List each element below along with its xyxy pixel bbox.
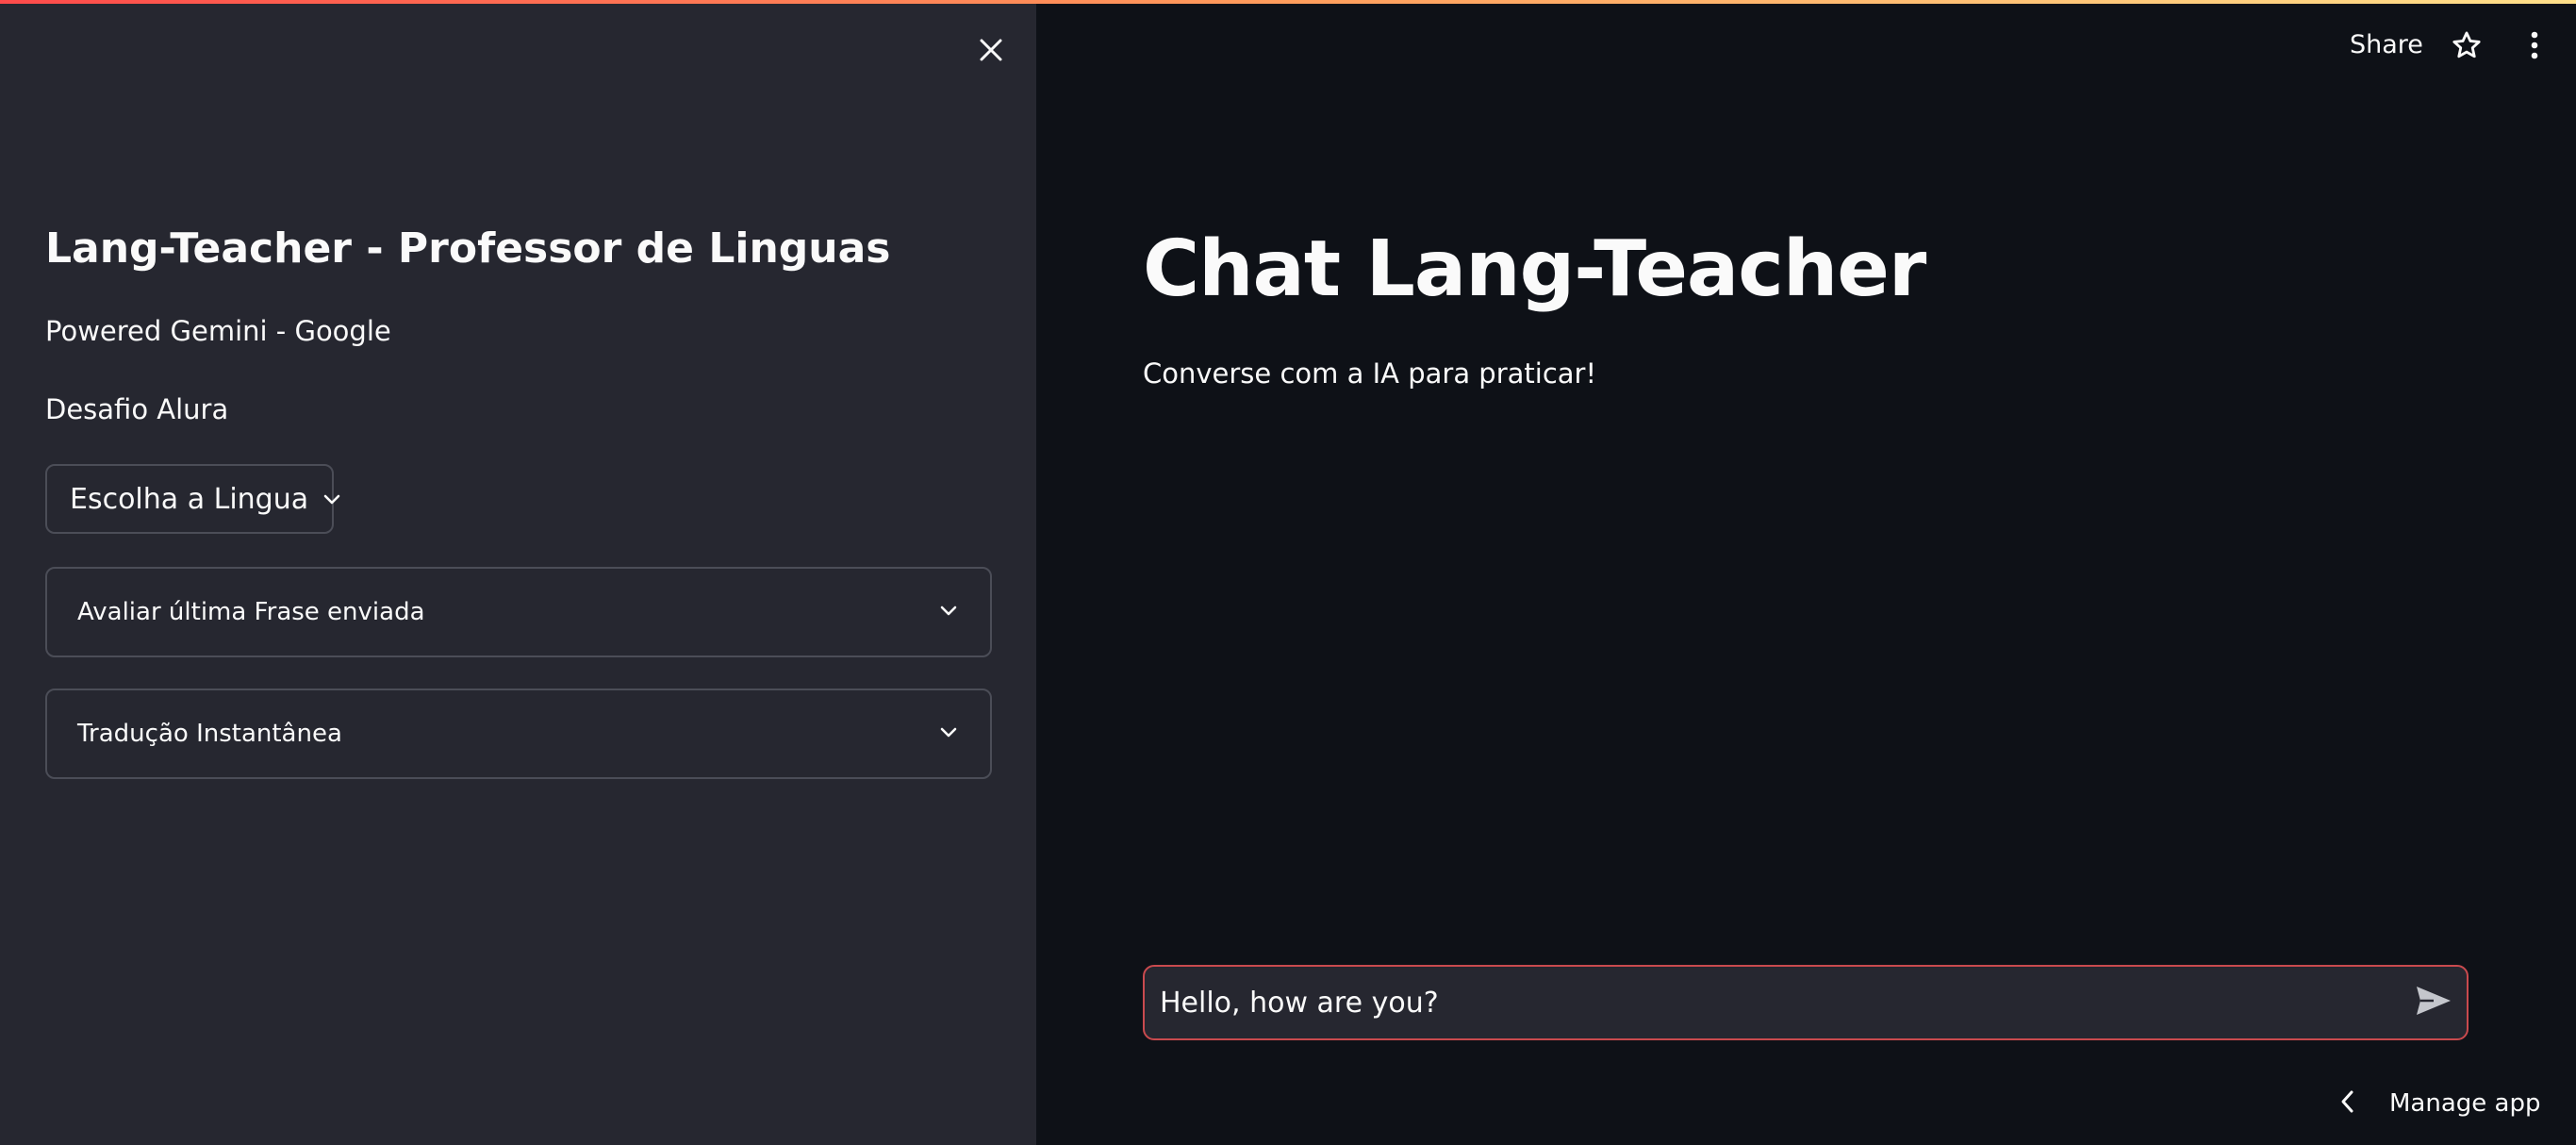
chevron-down-icon [322,489,342,509]
page-caption: Converse com a IA para praticar! [1143,357,1597,390]
chevron-left-icon [2338,1088,2357,1119]
main-menu-button[interactable] [2516,26,2553,68]
chevron-down-icon [937,599,960,625]
language-select[interactable]: Escolha a Lingua [45,464,340,534]
top-decoration-bar [0,0,2576,4]
manage-app-button[interactable]: Manage app [2338,1083,2540,1124]
language-select-label: Escolha a Lingua [70,482,309,516]
chat-input[interactable] [1145,967,2401,1038]
manage-app-label: Manage app [2389,1089,2541,1118]
chevron-down-icon [937,721,960,747]
send-icon[interactable] [2415,985,2452,1021]
close-icon[interactable] [977,36,1005,68]
expander-instant-translation[interactable]: Tradução Instantânea [45,689,992,779]
page-title: Chat Lang-Teacher [1143,224,1926,314]
close-sidebar-button[interactable] [969,30,1013,74]
expander-evaluate-last-phrase[interactable]: Avaliar última Frase enviada [45,567,992,657]
star-icon[interactable] [2451,29,2483,65]
send-button[interactable] [2401,967,2467,1038]
star-button[interactable] [2446,26,2487,68]
sidebar: Lang-Teacher - Professor de Linguas Powe… [0,0,1036,1145]
challenge-text: Desafio Alura [45,393,229,425]
sidebar-title: Lang-Teacher - Professor de Linguas [45,224,891,273]
chat-input-container [1143,965,2469,1040]
powered-by-text: Powered Gemini - Google [45,315,391,347]
share-button[interactable]: Share [2350,26,2423,64]
expander-label: Avaliar última Frase enviada [77,598,425,626]
expander-label: Tradução Instantânea [77,720,342,748]
kebab-menu-icon[interactable] [2530,30,2539,64]
